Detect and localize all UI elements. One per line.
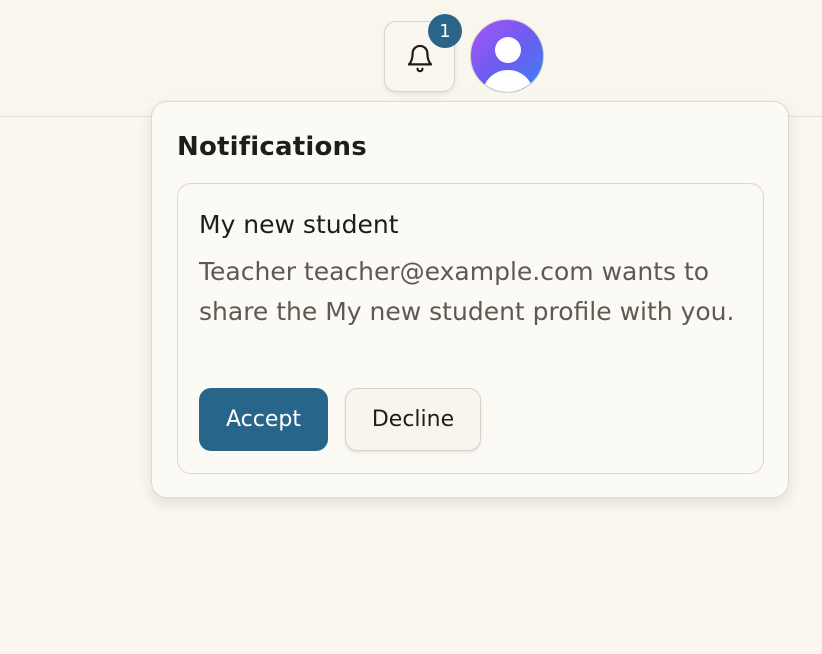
notifications-panel: Notifications My new student Teacher tea…: [151, 101, 789, 498]
notification-card: My new student Teacher teacher@example.c…: [177, 183, 764, 474]
notifications-title: Notifications: [177, 132, 367, 162]
notification-count-badge: 1: [428, 14, 462, 48]
bell-icon: [407, 44, 432, 72]
user-avatar-icon: [482, 37, 534, 92]
notification-title: My new student: [199, 210, 399, 239]
decline-button[interactable]: Decline: [345, 388, 481, 451]
user-avatar[interactable]: [470, 19, 544, 93]
accept-button[interactable]: Accept: [199, 388, 328, 451]
notification-message: Teacher teacher@example.com wants to sha…: [199, 257, 735, 326]
